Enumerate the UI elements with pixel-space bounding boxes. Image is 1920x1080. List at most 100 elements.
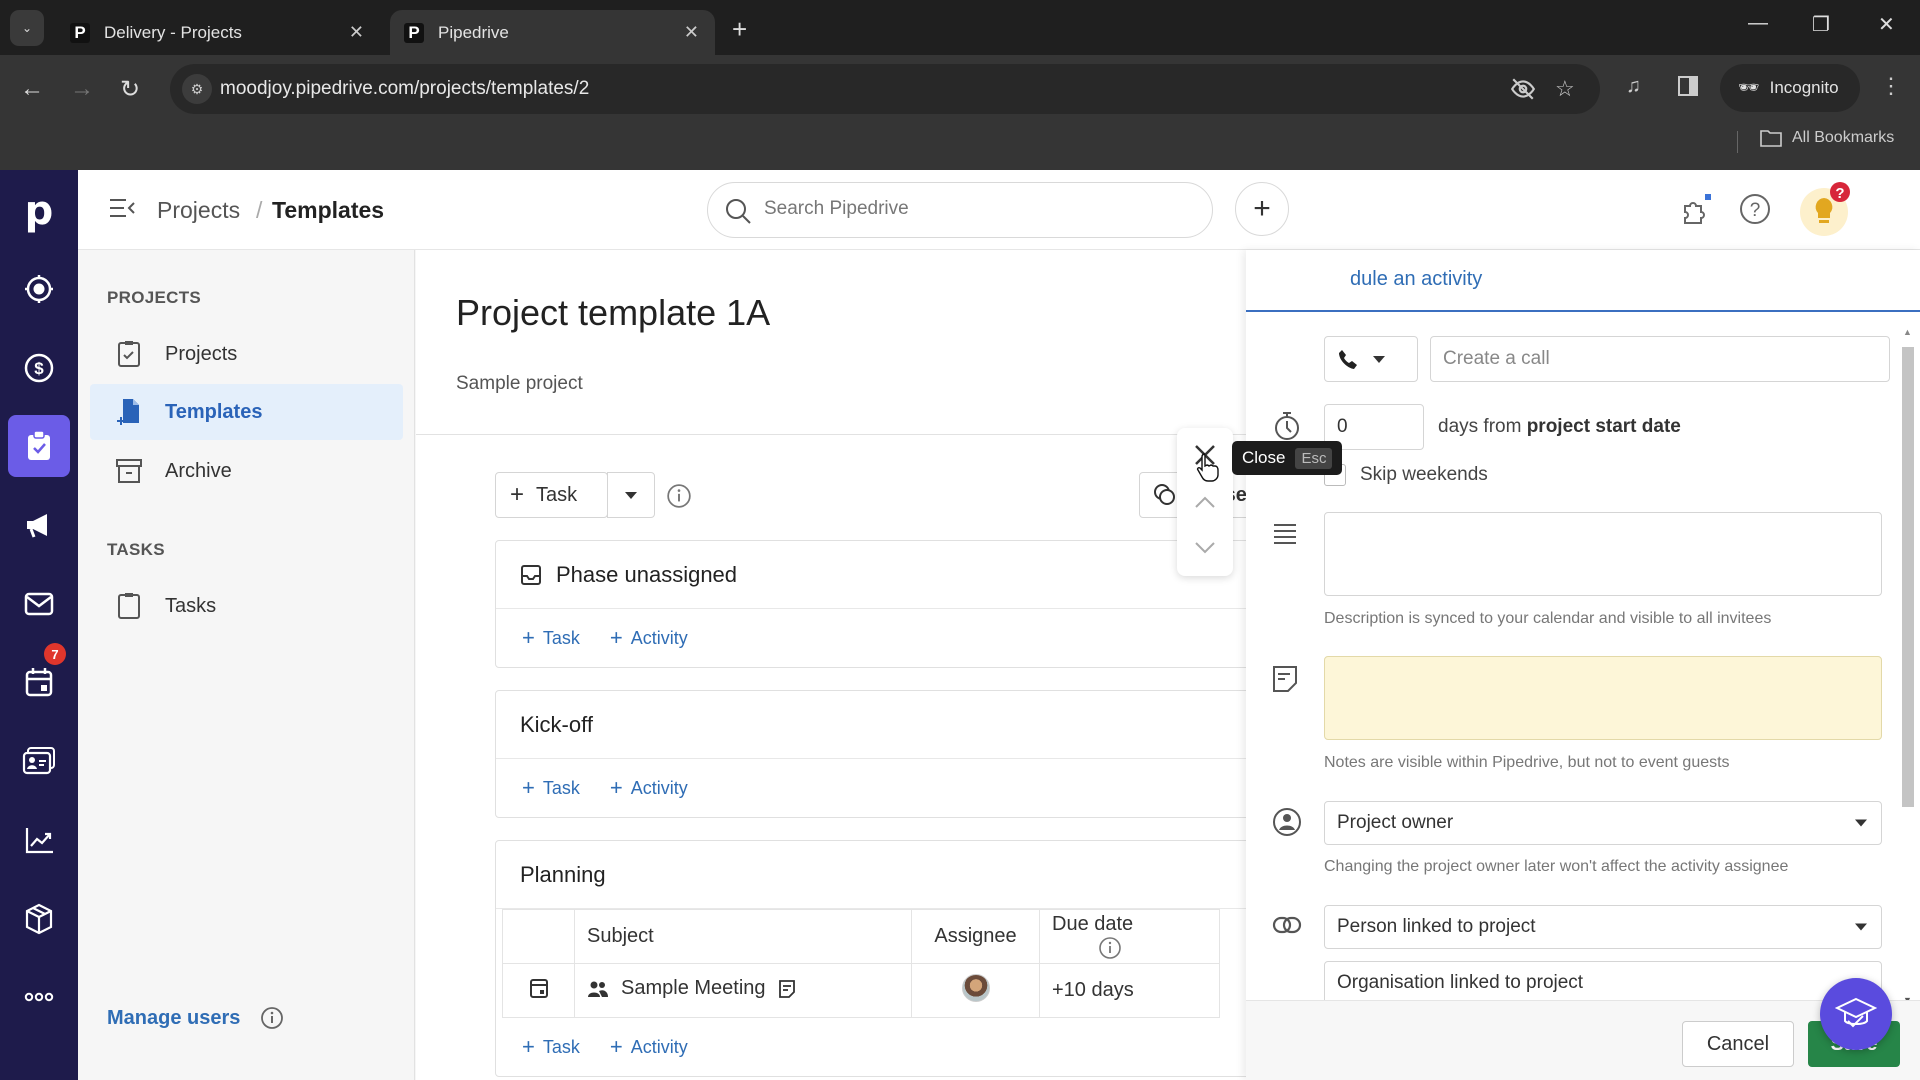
info-icon[interactable] (666, 483, 692, 509)
minimize-icon[interactable]: — (1748, 12, 1768, 35)
calendar-icon (25, 668, 53, 697)
assignee-select[interactable]: Project owner (1324, 801, 1882, 845)
browser-toolbar: ← → ↻ ⚙ moodjoy.pipedrive.com/projects/t… (0, 55, 1920, 170)
cancel-button[interactable]: Cancel (1682, 1021, 1794, 1067)
new-tab-button[interactable]: + (732, 14, 747, 45)
window-close-icon[interactable]: ✕ (1878, 12, 1895, 37)
skip-weekends-row[interactable]: Skip weekends (1324, 464, 1488, 486)
add-task-link[interactable]: + Task (522, 775, 580, 801)
page-title[interactable]: Project template 1A (456, 292, 770, 334)
nav-mail[interactable] (8, 573, 70, 635)
phase-actions: + Task + Activity (496, 759, 1254, 817)
site-info-icon[interactable]: ⚙ (182, 74, 212, 104)
academy-button[interactable] (1820, 978, 1892, 1050)
url-text[interactable]: moodjoy.pipedrive.com/projects/templates… (220, 78, 589, 100)
media-controls-icon[interactable]: ♫ (1626, 75, 1641, 98)
chevron-up-icon[interactable] (1193, 494, 1217, 510)
column-header-subject[interactable]: Subject (574, 909, 912, 964)
clipboard-check-icon (115, 340, 143, 368)
scroll-up-arrow[interactable]: ▲ (1903, 327, 1912, 337)
phase-name: Planning (520, 861, 606, 887)
subject-cell[interactable]: Sample Meeting (574, 963, 912, 1018)
info-icon[interactable] (1098, 936, 1122, 960)
sidebar-item-projects[interactable]: Projects (90, 326, 403, 382)
add-activity-link[interactable]: + Activity (610, 625, 688, 651)
search-input[interactable]: Search Pipedrive (707, 182, 1213, 238)
add-activity-link[interactable]: + Activity (610, 1034, 688, 1060)
all-bookmarks-button[interactable]: All Bookmarks (1760, 129, 1894, 147)
restore-icon[interactable]: ❐ (1812, 12, 1830, 37)
sidebar-item-tasks[interactable]: Tasks (90, 578, 403, 634)
svg-text:?: ? (1750, 200, 1761, 221)
tips-button[interactable]: ? (1798, 180, 1854, 238)
due-date-cell[interactable]: +10 days (1039, 963, 1220, 1018)
page-subtitle[interactable]: Sample project (456, 373, 583, 395)
phase-header: Phase unassigned (496, 541, 1254, 609)
collapse-sidebar-button[interactable] (108, 197, 136, 219)
search-placeholder: Search Pipedrive (764, 198, 909, 219)
side-panel-icon[interactable] (1677, 75, 1699, 97)
projects-sidebar: PROJECTS Projects Templates Archive TASK… (78, 250, 415, 1080)
reload-icon[interactable]: ↻ (120, 75, 140, 104)
organisation-select[interactable]: Organisation linked to project (1324, 961, 1882, 1005)
bookmark-star-icon[interactable]: ☆ (1555, 76, 1575, 102)
add-task-link[interactable]: + Task (522, 1034, 580, 1060)
add-task-button[interactable]: + Task (495, 472, 608, 518)
subject-text[interactable]: Sample Meeting (621, 977, 766, 1000)
panel-scrollbar[interactable]: ▲ ▼ (1898, 325, 1918, 1005)
nav-more[interactable] (8, 966, 70, 1028)
inbox-icon (521, 564, 541, 585)
description-textarea[interactable] (1324, 512, 1882, 596)
activities-badge: 7 (44, 643, 66, 665)
nav-deals[interactable]: $ (8, 337, 70, 399)
browser-tab-delivery-projects[interactable]: P Delivery - Projects ✕ (60, 10, 380, 55)
schedule-activity-panel: dule an activity Create a call 0 days fr… (1246, 250, 1920, 1080)
tab-close-icon[interactable]: ✕ (684, 22, 699, 43)
person-select[interactable]: Person linked to project (1324, 905, 1882, 949)
column-header-due-date[interactable]: Due date (1039, 909, 1220, 964)
quick-add-button[interactable]: + (1235, 182, 1289, 236)
nav-activities[interactable]: 7 (8, 643, 70, 713)
breadcrumb-projects[interactable]: Projects (157, 197, 240, 224)
nav-products[interactable] (8, 888, 70, 950)
subject-input[interactable]: Create a call (1430, 336, 1890, 382)
sidebar-item-archive[interactable]: Archive (90, 443, 403, 499)
add-task-link[interactable]: + Task (522, 625, 580, 651)
marketplace-button[interactable] (1679, 192, 1715, 228)
manage-users-link[interactable]: Manage users (107, 1007, 240, 1030)
browser-tab-pipedrive[interactable]: P Pipedrive ✕ (390, 10, 715, 55)
profile-label: Incognito (1769, 78, 1839, 97)
help-button[interactable]: ? (1738, 192, 1772, 226)
forward-icon[interactable]: → (70, 75, 94, 103)
address-bar[interactable]: ⚙ moodjoy.pipedrive.com/projects/templat… (170, 64, 1600, 114)
calendar-icon (529, 978, 548, 998)
plus-icon: + (510, 481, 525, 508)
tab-search-button[interactable]: ⌄ (10, 10, 44, 46)
phase-header: Kick-off (496, 691, 1254, 759)
notes-textarea[interactable] (1324, 656, 1882, 740)
nav-insights[interactable] (8, 809, 70, 871)
chevron-down-icon[interactable] (1193, 540, 1217, 556)
nav-projects[interactable] (8, 415, 70, 477)
days-anchor-label: project start date (1526, 416, 1681, 437)
table-row[interactable]: Sample Meeting +10 days (502, 963, 1220, 1018)
archive-icon (115, 458, 143, 484)
nav-contacts[interactable] (8, 730, 70, 792)
browser-menu-icon[interactable]: ⋮ (1880, 73, 1902, 99)
nav-leads[interactable] (8, 258, 70, 320)
back-icon[interactable]: ← (20, 75, 44, 103)
incognito-profile-button[interactable]: 🕶 Incognito (1720, 64, 1860, 112)
sidebar-item-templates[interactable]: Templates (90, 384, 403, 440)
scrollbar-thumb[interactable] (1902, 347, 1914, 807)
eye-off-icon[interactable] (1510, 76, 1536, 102)
column-header-assignee[interactable]: Assignee (911, 909, 1040, 964)
assignee-value: Project owner (1337, 812, 1454, 833)
pipedrive-logo[interactable]: p (0, 188, 78, 234)
nav-campaigns[interactable] (8, 494, 70, 556)
activity-type-select[interactable] (1324, 336, 1418, 382)
assignee-cell[interactable] (911, 963, 1040, 1018)
add-task-dropdown[interactable] (607, 472, 655, 518)
info-icon[interactable] (260, 1006, 284, 1030)
add-activity-link[interactable]: + Activity (610, 775, 688, 801)
tab-close-icon[interactable]: ✕ (349, 22, 364, 43)
